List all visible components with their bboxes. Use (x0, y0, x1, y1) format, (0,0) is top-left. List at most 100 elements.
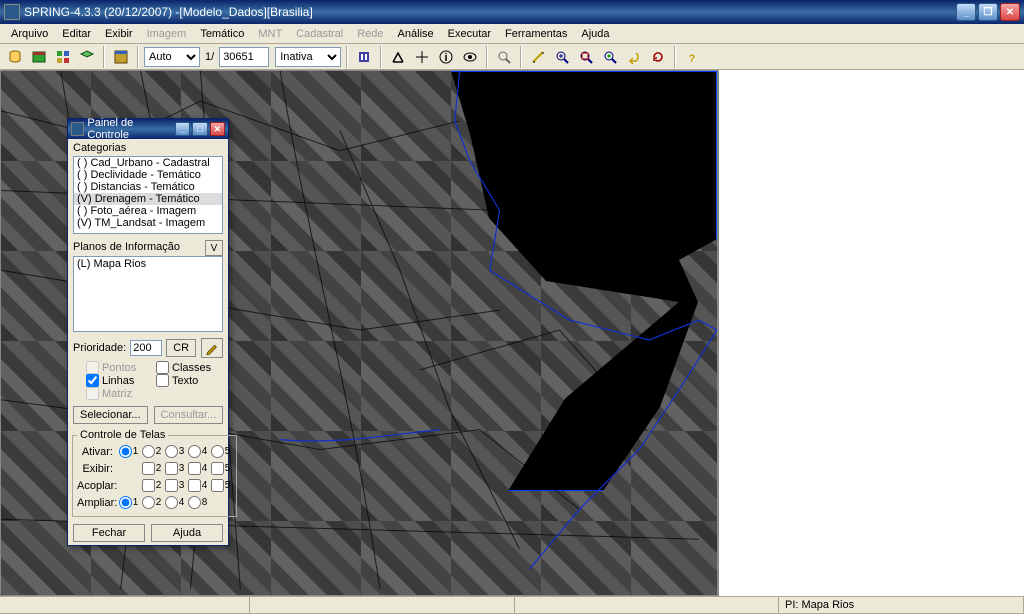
exibir-5[interactable]: 5 (209, 462, 232, 475)
acoplar-4[interactable]: 4 (186, 479, 209, 492)
view-icon[interactable] (459, 46, 481, 68)
menu-rede[interactable]: Rede (350, 26, 390, 42)
list-item[interactable]: ( ) Distancias - Temático (74, 181, 222, 193)
help-icon[interactable]: ? (681, 46, 703, 68)
measure-icon[interactable] (527, 46, 549, 68)
menu-ajuda[interactable]: Ajuda (574, 26, 616, 42)
undo-icon[interactable] (623, 46, 645, 68)
acoplar-3[interactable]: 3 (163, 479, 186, 492)
dialog-close-button[interactable]: ✕ (210, 122, 225, 136)
categorias-listbox[interactable]: ( ) Cad_Urbano - Cadastral ( ) Declivida… (73, 156, 223, 234)
menu-arquivo[interactable]: Arquivo (4, 26, 55, 42)
list-item[interactable]: (L) Mapa Rios (77, 258, 219, 270)
categorias-label: Categorias (73, 142, 223, 154)
inativa-combo[interactable]: Inativa (275, 47, 341, 67)
close-button[interactable]: ✕ (1000, 3, 1020, 21)
menu-cadastral[interactable]: Cadastral (289, 26, 350, 42)
planos-label: Planos de Informação (73, 241, 180, 253)
control-panel-dialog: Painel de Controle _ □ ✕ Categorias ( ) … (67, 118, 229, 546)
toolbar: Auto 1/ Inativa i ? (0, 44, 1024, 70)
pontos-checkbox[interactable]: Pontos (86, 361, 148, 374)
ampliar-8[interactable]: 8 (186, 496, 209, 509)
menu-mnt[interactable]: MNT (251, 26, 289, 42)
ativar-4[interactable]: 4 (186, 445, 209, 458)
ativar-3[interactable]: 3 (163, 445, 186, 458)
maximize-button[interactable]: ❐ (978, 3, 998, 21)
cross-icon[interactable] (411, 46, 433, 68)
database-icon[interactable] (4, 46, 26, 68)
ampliar-1[interactable]: 1 (117, 496, 140, 509)
list-item[interactable]: (V) Drenagem - Temático (74, 193, 222, 205)
controle-telas-group: Controle de Telas Ativar: 1 2 3 4 5 Exib… (72, 429, 237, 517)
exibir-4[interactable]: 4 (186, 462, 209, 475)
exibir-2[interactable]: 2 (140, 462, 163, 475)
texto-checkbox[interactable]: Texto (156, 374, 218, 387)
fechar-button[interactable]: Fechar (73, 524, 145, 542)
acoplar-2[interactable]: 2 (140, 479, 163, 492)
menu-analise[interactable]: Análise (391, 26, 441, 42)
refresh-icon[interactable] (647, 46, 669, 68)
linhas-checkbox[interactable]: Linhas (86, 374, 148, 387)
v-button[interactable]: V (205, 240, 223, 256)
dialog-title: Painel de Controle (87, 117, 173, 141)
prioridade-label: Prioridade: (73, 342, 126, 354)
ativar-label: Ativar: (77, 446, 117, 458)
exibir-3[interactable]: 3 (163, 462, 186, 475)
menu-tematico[interactable]: Temático (193, 26, 251, 42)
list-item[interactable]: ( ) Declividade - Temático (74, 169, 222, 181)
ativar-1[interactable]: 1 (117, 445, 140, 458)
scale-input[interactable] (219, 47, 269, 67)
status-pi: PI: Mapa Rios (779, 597, 1024, 614)
menu-editar[interactable]: Editar (55, 26, 98, 42)
menu-ferramentas[interactable]: Ferramentas (498, 26, 574, 42)
acoplar-5[interactable]: 5 (209, 479, 232, 492)
menu-exibir[interactable]: Exibir (98, 26, 140, 42)
dialog-titlebar[interactable]: Painel de Controle _ □ ✕ (68, 119, 228, 139)
svg-text:i: i (445, 52, 448, 64)
dialog-minimize-button[interactable]: _ (175, 122, 190, 136)
classes-checkbox[interactable]: Classes (156, 361, 218, 374)
consultar-button[interactable]: Consultar... (154, 406, 224, 424)
ativar-2[interactable]: 2 (140, 445, 163, 458)
zoom-pi-icon[interactable] (599, 46, 621, 68)
minimize-button[interactable]: _ (956, 3, 976, 21)
panel-icon[interactable] (110, 46, 132, 68)
status-bar: PI: Mapa Rios (0, 596, 1024, 614)
list-item[interactable]: ( ) Cad_Urbano - Cadastral (74, 157, 222, 169)
zoom-full-icon[interactable] (575, 46, 597, 68)
ampliar-label: Ampliar: (77, 497, 117, 509)
cr-button[interactable]: CR (166, 339, 196, 357)
pen-icon[interactable] (201, 338, 223, 358)
zoom-in-icon[interactable] (387, 46, 409, 68)
model-icon[interactable] (52, 46, 74, 68)
svg-text:?: ? (689, 53, 696, 65)
draw-icon[interactable] (353, 46, 375, 68)
app-icon (4, 4, 20, 20)
info-icon[interactable]: i (435, 46, 457, 68)
ativar-5[interactable]: 5 (209, 445, 232, 458)
window-title: SPRING-4.3.3 (20/12/2007) -[Modelo_Dados… (24, 5, 956, 19)
zoom-area-icon[interactable] (493, 46, 515, 68)
prioridade-input[interactable] (130, 340, 162, 356)
list-item[interactable]: (V) TM_Landsat - Imagem (74, 217, 222, 229)
menu-imagem[interactable]: Imagem (140, 26, 194, 42)
menu-executar[interactable]: Executar (441, 26, 498, 42)
scale-prefix: 1/ (202, 51, 217, 63)
matriz-checkbox[interactable]: Matriz (86, 387, 148, 400)
list-item[interactable]: ( ) Foto_aérea - Imagem (74, 205, 222, 217)
ampliar-4[interactable]: 4 (163, 496, 186, 509)
planos-listbox[interactable]: (L) Mapa Rios (73, 256, 223, 332)
ampliar-2[interactable]: 2 (140, 496, 163, 509)
dialog-maximize-button[interactable]: □ (192, 122, 207, 136)
ajuda-button[interactable]: Ajuda (151, 524, 223, 542)
menu-bar: Arquivo Editar Exibir Imagem Temático MN… (0, 24, 1024, 44)
exibir-label: Exibir: (77, 463, 117, 475)
layer-icon[interactable] (76, 46, 98, 68)
selecionar-button[interactable]: Selecionar... (73, 406, 148, 424)
status-cell-3 (515, 597, 779, 614)
zoom-plus-icon[interactable] (551, 46, 573, 68)
side-panel-blank (718, 70, 1024, 596)
auto-combo[interactable]: Auto (144, 47, 200, 67)
project-icon[interactable] (28, 46, 50, 68)
controle-legend: Controle de Telas (77, 429, 168, 441)
